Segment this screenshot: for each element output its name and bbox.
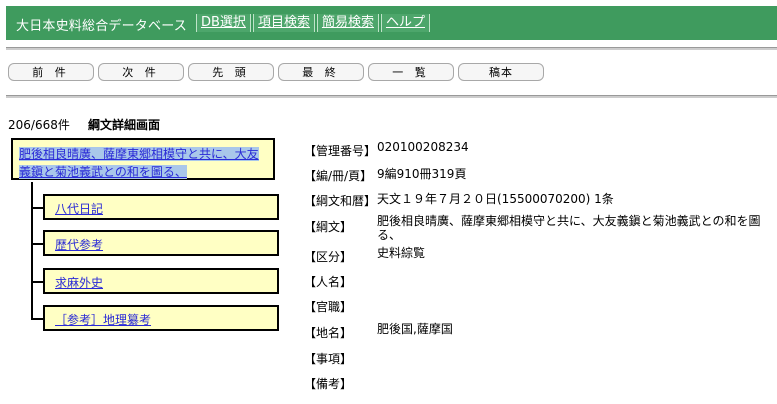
source-item: 求麻外史 [43, 268, 279, 294]
tree-branch [31, 243, 43, 245]
next-button[interactable]: 次 件 [98, 63, 184, 81]
prev-button[interactable]: 前 件 [8, 63, 94, 81]
source-item: ［参考］地理纂考 [43, 305, 279, 331]
label-management-number: 【管理番号】 [304, 144, 377, 158]
label-category: 【区分】 [304, 250, 353, 264]
tree-branch [31, 207, 43, 209]
main-entry-line-1[interactable]: 肥後相良晴廣、薩摩東郷相模守と共に、大友 [19, 147, 259, 161]
label-japanese-date: 【綱文和暦】 [304, 194, 377, 208]
value-japanese-date: 天文１９年７月２０日(15500070200) 1条 [377, 192, 614, 206]
source-link-chiri-sanko[interactable]: ［参考］地理纂考 [55, 311, 151, 328]
label-summary: 【綱文】 [304, 220, 353, 234]
nav-db-select[interactable]: DB選択 [196, 14, 251, 32]
toolbar: 前 件 次 件 先 頭 最 終 一 覧 稿本 [8, 63, 548, 81]
tree-branch [31, 281, 43, 283]
label-person-name: 【人名】 [304, 275, 353, 289]
nav-field-search[interactable]: 項目検索 [252, 14, 315, 32]
tree-connector [31, 182, 33, 320]
divider-top [6, 47, 777, 50]
app-title: 大日本史料総合データベース [16, 19, 187, 34]
label-matter: 【事項】 [304, 352, 353, 366]
label-remarks: 【備考】 [304, 377, 353, 391]
page-title: 綱文詳細画面 [88, 118, 161, 132]
nav-help[interactable]: ヘルプ [380, 14, 430, 32]
value-summary: 肥後相良晴廣、薩摩東郷相模守と共に、大友義鎭と菊池義武との和を圖る、 [377, 214, 761, 242]
header-bar: 大日本史料総合データベース DB選択 項目検索 簡易検索 ヘルプ [6, 6, 777, 40]
manuscript-button[interactable]: 稿本 [458, 63, 544, 81]
label-place-name: 【地名】 [304, 326, 353, 340]
label-office: 【官職】 [304, 300, 353, 314]
value-category: 史料綜覧 [377, 246, 426, 260]
value-management-number: 020100208234 [377, 140, 469, 154]
main-entry-box: 肥後相良晴廣、薩摩東郷相模守と共に、大友 義鎭と菊池義武との和を圖る、 [11, 138, 275, 180]
main-entry-line-2[interactable]: 義鎭と菊池義武との和を圖る、 [19, 165, 187, 179]
source-link-yatsushiro-nikki[interactable]: 八代日記 [55, 200, 103, 217]
nav-simple-search[interactable]: 簡易検索 [316, 14, 379, 32]
value-volume-page: 9編910冊319頁 [377, 167, 467, 181]
top-nav: DB選択 項目検索 簡易検索 ヘルプ [196, 14, 432, 32]
first-button[interactable]: 先 頭 [188, 63, 274, 81]
label-volume-page: 【編/冊/頁】 [304, 169, 373, 183]
tree-branch [31, 318, 43, 320]
record-count: 206/668件 [8, 118, 70, 132]
source-link-rekidai-sanko[interactable]: 歴代参考 [55, 236, 103, 253]
list-button[interactable]: 一 覧 [368, 63, 454, 81]
source-link-kyuma-gaishi[interactable]: 求麻外史 [55, 274, 103, 291]
value-place-name: 肥後国,薩摩国 [377, 322, 453, 336]
divider-toolbar [6, 95, 777, 98]
source-item: 八代日記 [43, 194, 279, 220]
last-button[interactable]: 最 終 [278, 63, 364, 81]
source-item: 歴代参考 [43, 230, 279, 256]
main-entry-link[interactable]: 肥後相良晴廣、薩摩東郷相模守と共に、大友 義鎭と菊池義武との和を圖る、 [19, 145, 281, 181]
